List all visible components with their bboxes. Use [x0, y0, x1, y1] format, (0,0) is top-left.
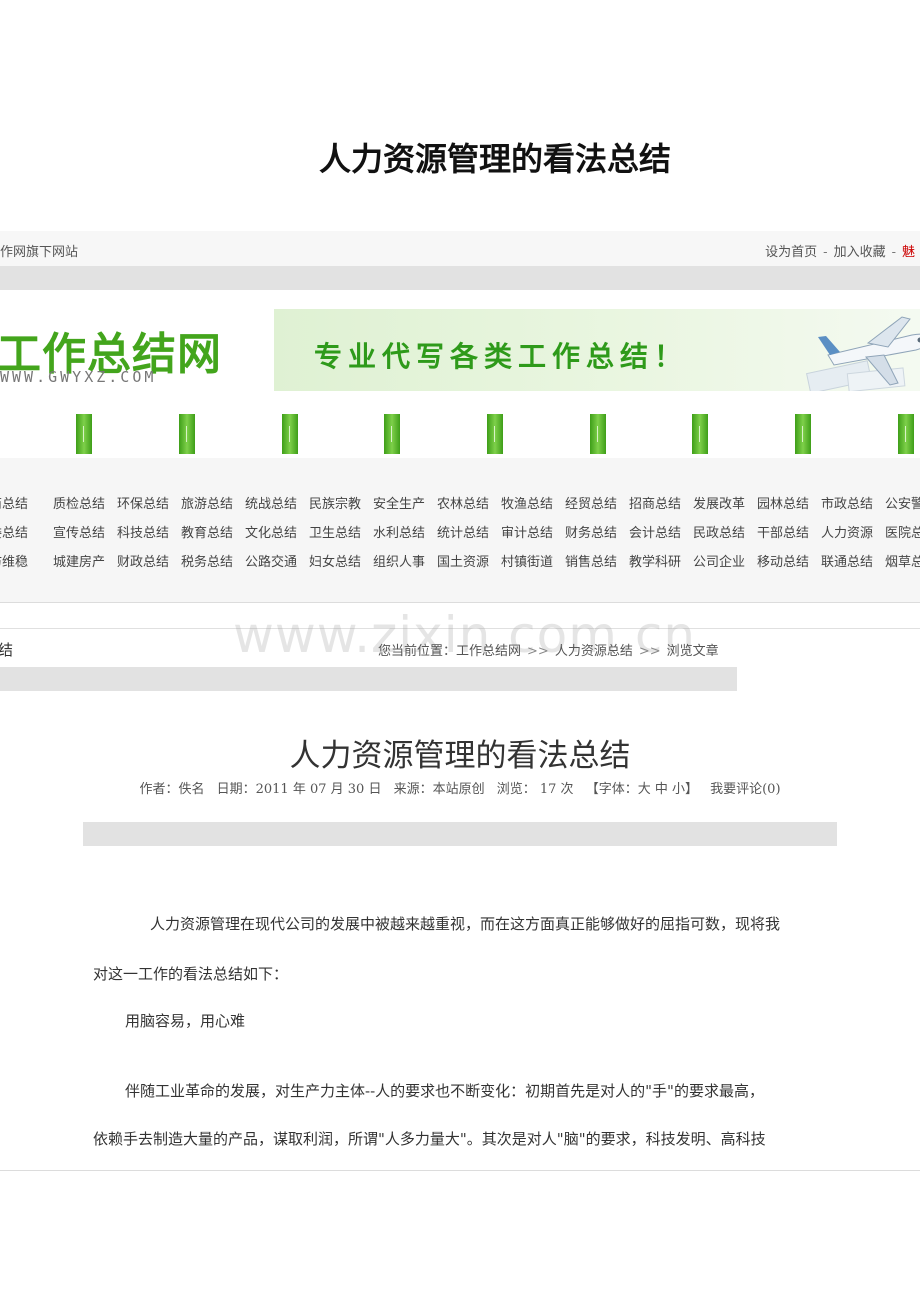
nav-tab[interactable] [76, 414, 92, 454]
category-link[interactable]: 公路交通 [245, 551, 301, 570]
category-link[interactable]: 教学科研 [629, 551, 685, 570]
top-links: 设为首页 - 加入收藏 - 魅 [765, 241, 915, 260]
category-link[interactable]: 审计总结 [501, 522, 557, 541]
article-divider-strip [83, 822, 837, 846]
nav-tab[interactable] [384, 414, 400, 454]
category-link[interactable]: 人力资源 [821, 522, 877, 541]
document-title: 人力资源管理的看法总结 [318, 140, 671, 178]
site-network-label: 作网旗下网站 [0, 245, 79, 260]
section-divider-strip [0, 667, 737, 691]
font-size-switch[interactable]: 【字体：大 中 小】 [586, 782, 698, 797]
more-link[interactable]: 魅 [902, 245, 915, 260]
category-link[interactable]: 经贸总结 [565, 493, 621, 512]
meta-author: 作者：佚名 [139, 782, 205, 797]
category-link[interactable]: 会计总结 [629, 522, 685, 541]
category-link[interactable]: 烟草总 [885, 551, 920, 570]
article-meta: 作者：佚名 日期：2011 年 07 月 30 日 来源：本站原创 浏览： 17… [0, 778, 920, 797]
set-homepage-link[interactable]: 设为首页 [765, 245, 817, 260]
category-link[interactable]: 市政总结 [821, 493, 877, 512]
category-panel: 商总结质检总结环保总结旅游总结统战总结民族宗教安全生产农林总结牧渔总结经贸总结招… [0, 458, 920, 603]
meta-source: 来源：本站原创 [393, 782, 485, 797]
link-separator: - [823, 245, 828, 260]
category-link[interactable]: 安全生产 [373, 493, 429, 512]
category-link[interactable]: 发展改革 [693, 493, 749, 512]
category-link[interactable]: 牧渔总结 [501, 493, 557, 512]
category-link[interactable]: 妇女总结 [309, 551, 365, 570]
add-favorite-link[interactable]: 加入收藏 [834, 245, 886, 260]
meta-date: 日期：2011 年 07 月 30 日 [216, 782, 382, 797]
breadcrumb-current: 浏览文章 [666, 644, 719, 659]
category-link[interactable]: 国土资源 [437, 551, 493, 570]
category-row: 委总结宣传总结科技总结教育总结文化总结卫生总结水利总结统计总结审计总结财务总结会… [0, 522, 920, 541]
category-link[interactable]: 财政总结 [117, 551, 173, 570]
category-row: 访维稳城建房产财政总结税务总结公路交通妇女总结组织人事国土资源村镇街道销售总结教… [0, 551, 920, 570]
category-link[interactable]: 商总结 [0, 493, 45, 512]
category-link[interactable]: 园林总结 [757, 493, 813, 512]
category-link[interactable]: 民政总结 [693, 522, 749, 541]
site-logo-url: WWW.GWYXZ.COM [0, 368, 157, 386]
nav-tab[interactable] [282, 414, 298, 454]
category-link[interactable]: 宣传总结 [53, 522, 109, 541]
article-paragraph: 对这一工作的看法总结如下： [93, 965, 289, 983]
section-title: 结 [0, 641, 14, 659]
article-paragraph: 人力资源管理在现代公司的发展中被越来越重视，而在这方面真正能够做好的屈指可数，现… [150, 915, 781, 933]
category-link[interactable]: 科技总结 [117, 522, 173, 541]
breadcrumb-prefix: 您当前位置： [378, 644, 457, 659]
article-title: 人力资源管理的看法总结 [289, 738, 631, 774]
category-link[interactable]: 环保总结 [117, 493, 173, 512]
meta-views: 浏览： 17 次 [496, 782, 574, 797]
breadcrumb: 您当前位置：工作总结网 >> 人力资源总结 >> 浏览文章 [378, 640, 719, 659]
nav-tab[interactable] [898, 414, 914, 454]
banner-text: 专业代写各类工作总结！ [314, 340, 689, 373]
nav-tab[interactable] [795, 414, 811, 454]
category-link[interactable]: 农林总结 [437, 493, 493, 512]
category-link[interactable]: 税务总结 [181, 551, 237, 570]
nav-tab[interactable] [179, 414, 195, 454]
divider-line [0, 1170, 920, 1171]
category-link[interactable]: 城建房产 [53, 551, 109, 570]
breadcrumb-separator: >> [527, 644, 549, 659]
nav-tab[interactable] [692, 414, 708, 454]
category-link[interactable]: 文化总结 [245, 522, 301, 541]
category-link[interactable]: 销售总结 [565, 551, 621, 570]
article-paragraph: 伴随工业革命的发展，对生产力主体--人的要求也不断变化：初期首先是对人的"手"的… [125, 1082, 764, 1100]
category-link[interactable]: 水利总结 [373, 522, 429, 541]
category-link[interactable]: 医院总 [885, 522, 920, 541]
category-link[interactable]: 教育总结 [181, 522, 237, 541]
category-link[interactable]: 卫生总结 [309, 522, 365, 541]
link-separator: - [891, 245, 896, 260]
header-divider-strip [0, 266, 920, 290]
category-link[interactable]: 公安警 [885, 493, 920, 512]
category-row: 商总结质检总结环保总结旅游总结统战总结民族宗教安全生产农林总结牧渔总结经贸总结招… [0, 493, 920, 512]
category-link[interactable]: 联通总结 [821, 551, 877, 570]
breadcrumb-category-link[interactable]: 人力资源总结 [555, 644, 633, 659]
nav-tab[interactable] [590, 414, 606, 454]
category-link[interactable]: 访维稳 [0, 551, 45, 570]
category-link[interactable]: 委总结 [0, 522, 45, 541]
airplane-icon [806, 316, 920, 391]
ad-banner[interactable]: 专业代写各类工作总结！ [274, 309, 920, 391]
category-link[interactable]: 质检总结 [53, 493, 109, 512]
category-link[interactable]: 干部总结 [757, 522, 813, 541]
article-paragraph: 依赖手去制造大量的产品，谋取利润，所谓"人多力量大"。其次是对人"脑"的要求，科… [93, 1130, 766, 1148]
category-link[interactable]: 财务总结 [565, 522, 621, 541]
category-link[interactable]: 统战总结 [245, 493, 301, 512]
category-link[interactable]: 组织人事 [373, 551, 429, 570]
category-link[interactable]: 公司企业 [693, 551, 749, 570]
nav-tab[interactable] [487, 414, 503, 454]
comment-link[interactable]: 我要评论(0) [710, 782, 780, 797]
category-link[interactable]: 民族宗教 [309, 493, 365, 512]
category-link[interactable]: 统计总结 [437, 522, 493, 541]
breadcrumb-home-link[interactable]: 工作总结网 [456, 644, 521, 659]
category-link[interactable]: 旅游总结 [181, 493, 237, 512]
category-link[interactable]: 招商总结 [629, 493, 685, 512]
article-subheading: 用脑容易，用心难 [125, 1012, 246, 1030]
breadcrumb-separator: >> [638, 644, 661, 659]
category-link[interactable]: 村镇街道 [501, 551, 557, 570]
category-link[interactable]: 移动总结 [757, 551, 813, 570]
